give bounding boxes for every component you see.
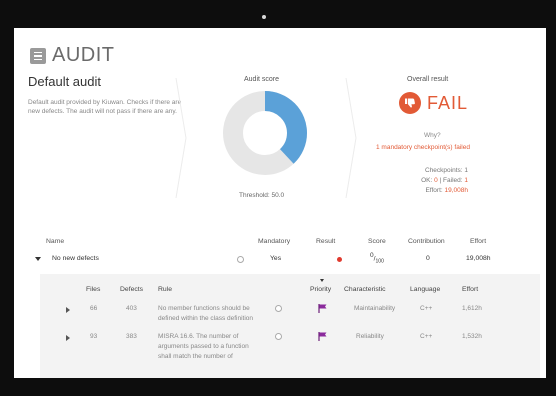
failed-label: Failed:	[443, 177, 463, 184]
failed-value: 1	[464, 177, 468, 184]
column-header-score[interactable]: Score	[368, 238, 386, 245]
row-characteristic: Reliability	[356, 333, 384, 340]
fail-reason-link[interactable]: 1 mandatory checkpoint(s) failed	[376, 144, 470, 151]
menu-icon[interactable]	[30, 47, 46, 64]
rule-line: shall match the number of	[158, 353, 233, 360]
sub-header-effort[interactable]: Effort	[462, 286, 478, 293]
app-screen: AUDIT Default audit Default audit provid…	[14, 28, 546, 378]
audit-score-donut	[223, 91, 307, 175]
audit-description: Default audit provided by Kiuwan. Checks…	[28, 99, 182, 115]
overall-result-label: Overall result	[407, 76, 449, 83]
thumbs-down-icon	[399, 92, 421, 114]
row-rule[interactable]: No member functions should be defined wi…	[158, 304, 276, 324]
score-numerator: 0	[370, 252, 374, 259]
sub-header-rule[interactable]: Rule	[158, 286, 172, 293]
camera-dot	[262, 15, 266, 19]
sub-header-defects[interactable]: Defects	[120, 286, 143, 293]
row-files: 66	[90, 305, 98, 312]
device-bezel-top	[0, 0, 556, 28]
priority-flag-icon	[318, 332, 327, 341]
checkpoint-stats: Checkpoints: 1 OK: 0 | Failed: 1 Effort:…	[412, 166, 468, 196]
row-files: 93	[90, 333, 98, 340]
row-language: C++	[420, 305, 433, 312]
sub-header-priority[interactable]: Priority	[310, 286, 331, 293]
ok-value: 0	[434, 177, 438, 184]
rule-line: MISRA 16.6. The number of	[158, 333, 239, 340]
column-header-effort[interactable]: Effort	[470, 238, 486, 245]
row-rule[interactable]: MISRA 16.6. The number of arguments pass…	[158, 332, 276, 362]
row-defects: 403	[126, 305, 137, 312]
row-language: C++	[420, 333, 433, 340]
row-mandatory: Yes	[270, 255, 282, 262]
page-title: AUDIT	[52, 44, 115, 66]
fail-status-text: FAIL	[427, 92, 469, 113]
column-header-name[interactable]: Name	[46, 238, 64, 245]
column-header-mandatory[interactable]: Mandatory	[258, 238, 290, 245]
sub-header-language[interactable]: Language	[410, 286, 440, 293]
expand-row-icon[interactable]	[66, 335, 70, 341]
result-failed-dot	[337, 257, 342, 262]
expand-row-icon[interactable]	[35, 257, 41, 261]
row-score: 0/100	[370, 252, 384, 265]
expand-row-icon[interactable]	[66, 307, 70, 313]
device-bezel-bottom	[0, 378, 556, 396]
rule-line: No member functions should be	[158, 305, 250, 312]
info-icon[interactable]	[275, 305, 282, 312]
section-divider-chevron	[344, 77, 358, 199]
audit-name: Default audit	[28, 74, 101, 89]
info-icon[interactable]	[275, 333, 282, 340]
effort-summary: Effort: 19,008h	[412, 186, 468, 196]
why-link[interactable]: Why?	[424, 132, 441, 139]
threshold-text: Threshold: 50.0	[239, 192, 285, 199]
result-status: FAIL	[399, 92, 468, 114]
sub-header-characteristic[interactable]: Characteristic	[344, 286, 386, 293]
info-icon[interactable]	[237, 256, 244, 263]
row-effort: 1,532h	[462, 333, 482, 340]
effort-value: 19,008h	[444, 187, 469, 194]
ok-label: OK:	[421, 177, 433, 184]
rule-line: defined within the class definition	[158, 315, 254, 322]
sub-header-files[interactable]: Files	[86, 286, 100, 293]
page-header: AUDIT	[30, 44, 115, 67]
effort-label: Effort:	[425, 187, 443, 194]
priority-flag-icon	[318, 304, 327, 313]
column-header-result[interactable]: Result	[316, 238, 335, 245]
row-characteristic: Maintainability	[354, 305, 396, 312]
sort-desc-icon[interactable]	[320, 279, 324, 282]
device-bezel-right	[546, 0, 556, 396]
checkpoints-count: Checkpoints: 1	[425, 167, 468, 174]
section-divider-chevron	[174, 77, 188, 199]
row-effort: 19,008h	[466, 255, 491, 262]
ok-failed-counts: OK: 0 | Failed: 1	[421, 177, 468, 184]
score-denominator: 100	[375, 258, 384, 265]
device-bezel-left	[0, 0, 14, 396]
row-name[interactable]: No new defects	[52, 255, 99, 262]
column-header-contribution[interactable]: Contribution	[408, 238, 445, 245]
row-effort: 1,612h	[462, 305, 482, 312]
rule-line: arguments passed to a function	[158, 343, 249, 350]
row-contribution: 0	[426, 255, 430, 262]
row-defects: 383	[126, 333, 137, 340]
audit-score-label: Audit score	[244, 76, 280, 83]
